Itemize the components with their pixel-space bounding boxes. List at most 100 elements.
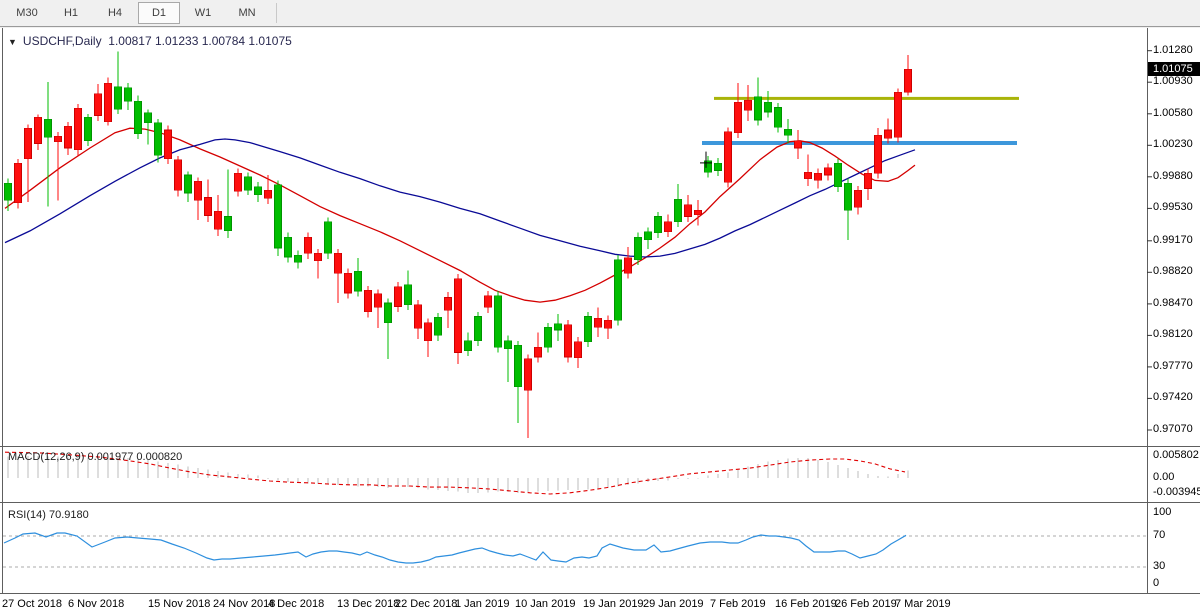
tf-button-h1[interactable]: H1: [50, 2, 92, 24]
macd-bar: [858, 471, 859, 478]
candle-body: [335, 253, 342, 273]
macd-bar: [438, 478, 439, 490]
date-axis-label[interactable]: 22 Dec 2018: [395, 598, 457, 610]
toolbar-separator: [276, 3, 277, 23]
support-line[interactable]: [702, 141, 1017, 145]
candle-body: [65, 126, 72, 148]
candle-body: [125, 88, 132, 102]
price-axis-label: 0.98470: [1153, 297, 1193, 309]
macd-axis-label: -0.003945: [1153, 486, 1200, 498]
macd-axis-label: 0.005802: [1153, 449, 1199, 461]
price-tick: [1147, 50, 1152, 51]
candle-body: [245, 177, 252, 191]
candle-body: [385, 303, 392, 323]
macd-bar: [728, 473, 729, 478]
candle-body: [765, 102, 772, 112]
price-tick: [1147, 113, 1152, 114]
candle-body: [665, 222, 672, 232]
price-axis-label: 0.97070: [1153, 423, 1193, 435]
chart-canvas[interactable]: [0, 28, 1200, 614]
macd-bar: [838, 465, 839, 478]
macd-bar: [168, 463, 169, 478]
price-tick: [1147, 303, 1152, 304]
date-axis-label[interactable]: 15 Nov 2018: [148, 598, 210, 610]
candle-body: [285, 237, 292, 257]
price-tick: [1147, 398, 1152, 399]
candle-body: [275, 185, 282, 248]
candle-body: [755, 97, 762, 120]
date-axis-label[interactable]: 6 Nov 2018: [68, 598, 124, 610]
price-tick: [1147, 145, 1152, 146]
date-axis-label[interactable]: 7 Mar 2019: [895, 598, 951, 610]
date-axis-label[interactable]: 10 Jan 2019: [515, 598, 576, 610]
candle-body: [355, 271, 362, 291]
chart-client-area[interactable]: ▼USDCHF,Daily 1.00817 1.01233 1.00784 1.…: [0, 28, 1200, 614]
cross-marker-tick[interactable]: [700, 162, 712, 163]
macd-bar: [818, 460, 819, 478]
candle-body: [405, 285, 412, 305]
candle-body: [795, 141, 802, 148]
macd-bar: [208, 470, 209, 478]
candle-body: [625, 258, 632, 273]
candle-body: [845, 183, 852, 210]
cross-marker[interactable]: [706, 152, 707, 168]
tf-button-mn[interactable]: MN: [226, 2, 268, 24]
ma-fast-red: [5, 128, 915, 302]
date-axis-label[interactable]: 29 Jan 2019: [643, 598, 704, 610]
candle-body: [475, 317, 482, 341]
macd-bar: [678, 478, 679, 479]
price-axis-label: 1.00230: [1153, 138, 1193, 150]
macd-bar: [578, 478, 579, 490]
candle-body: [305, 237, 312, 253]
candle-body: [855, 190, 862, 207]
date-axis-label[interactable]: 4 Dec 2018: [268, 598, 324, 610]
macd-bar: [638, 478, 639, 483]
candle-body: [345, 273, 352, 293]
price-axis-label: 1.01280: [1153, 44, 1193, 56]
candle-body: [515, 345, 522, 386]
date-axis-label[interactable]: 26 Feb 2019: [835, 598, 897, 610]
candle-body: [295, 255, 302, 262]
chevron-down-icon[interactable]: ▼: [8, 37, 17, 47]
tf-button-m30[interactable]: M30: [6, 2, 48, 24]
macd-bar: [288, 478, 289, 482]
macd-bar: [458, 478, 459, 492]
price-axis-label: 1.00580: [1153, 107, 1193, 119]
macd-bar: [498, 478, 499, 492]
macd-bar: [268, 478, 269, 479]
macd-bar: [248, 475, 249, 478]
candle-body: [445, 298, 452, 311]
date-axis-label[interactable]: 27 Oct 2018: [2, 598, 62, 610]
candle-body: [75, 108, 82, 149]
tf-button-h4[interactable]: H4: [94, 2, 136, 24]
candle-body: [715, 163, 722, 170]
candle-body: [225, 217, 232, 231]
candle-wick: [268, 175, 269, 204]
date-axis-label[interactable]: 16 Feb 2019: [775, 598, 837, 610]
date-axis-label[interactable]: 24 Nov 2018: [213, 598, 275, 610]
macd-bar: [448, 478, 449, 491]
price-tick: [1147, 176, 1152, 177]
tf-button-w1[interactable]: W1: [182, 2, 224, 24]
macd-bar: [338, 478, 339, 485]
axis-frame-line: [1147, 28, 1148, 594]
candle-body: [875, 135, 882, 173]
candle-body: [585, 317, 592, 342]
candle-body: [465, 341, 472, 351]
date-axis-label[interactable]: 7 Feb 2019: [710, 598, 766, 610]
tf-button-d1[interactable]: D1: [138, 2, 180, 24]
macd-bar: [868, 474, 869, 478]
price-tick: [1147, 272, 1152, 273]
candle-body: [865, 173, 872, 188]
candle-wick: [48, 82, 49, 206]
price-axis-label: 0.99170: [1153, 234, 1193, 246]
macd-bar: [708, 476, 709, 478]
candle-body: [495, 296, 502, 347]
candle-body: [675, 199, 682, 222]
date-axis-label[interactable]: 1 Jan 2019: [455, 598, 509, 610]
date-axis-label[interactable]: 13 Dec 2018: [337, 598, 399, 610]
date-axis-label[interactable]: 19 Jan 2019: [583, 598, 644, 610]
macd-bar: [198, 468, 199, 478]
candle-body: [365, 290, 372, 312]
candle-body: [775, 108, 782, 128]
